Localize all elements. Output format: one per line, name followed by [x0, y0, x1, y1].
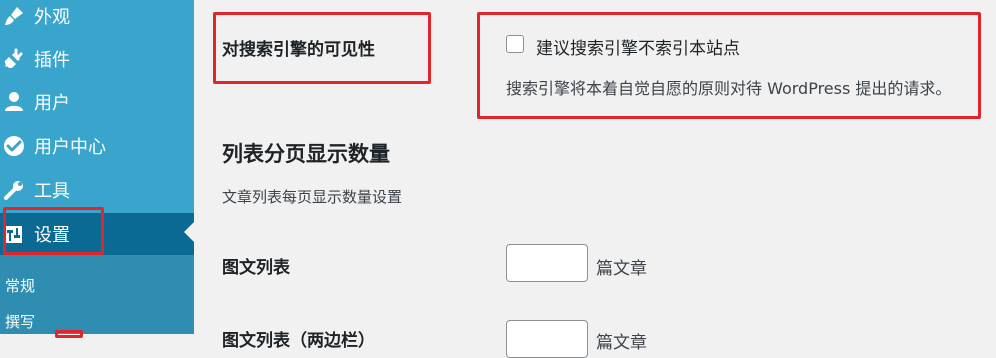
menu-item-user-center[interactable]: 用户中心 [0, 125, 194, 167]
field-suffix: 篇文章 [596, 259, 647, 279]
menu-item-users[interactable]: 用户 [0, 81, 194, 123]
annotation-box-submenu [55, 330, 83, 338]
admin-sidebar: 外观 插件 用户 用户中心 工具 设置 常规 撰写 [0, 0, 194, 334]
user-icon [5, 92, 23, 111]
plugin-icon [4, 48, 23, 69]
submenu-item-writing[interactable]: 撰写 [5, 311, 35, 332]
image-text-list-two-sidebars-count-input[interactable] [506, 320, 588, 358]
search-visibility-label: 对搜索引擎的可见性 [222, 40, 375, 60]
active-indicator-arrow [184, 222, 194, 242]
annotation-box-visibility-option [477, 12, 981, 119]
pagination-section-title: 列表分页显示数量 [222, 142, 390, 166]
check-badge-icon [4, 136, 24, 156]
submenu-item-general[interactable]: 常规 [5, 275, 35, 296]
discourage-indexing-checkbox[interactable] [506, 35, 524, 53]
field-label-image-text-list: 图文列表 [222, 258, 290, 278]
settings-submenu: 常规 撰写 [0, 255, 194, 334]
image-text-list-count-input[interactable] [506, 244, 588, 282]
menu-item-plugins[interactable]: 插件 [0, 38, 194, 80]
annotation-box-settings [3, 207, 104, 255]
wrench-icon [4, 181, 23, 200]
menu-item-appearance[interactable]: 外观 [0, 0, 194, 37]
discourage-indexing-label[interactable]: 建议搜索引擎不索引本站点 [536, 34, 740, 59]
menu-item-label: 工具 [34, 181, 70, 202]
menu-item-label: 插件 [34, 50, 70, 71]
menu-item-label: 用户 [34, 93, 70, 114]
menu-item-tools[interactable]: 工具 [0, 169, 194, 211]
paintbrush-icon [5, 7, 23, 25]
menu-item-label: 外观 [34, 7, 70, 28]
menu-item-label: 用户中心 [34, 137, 106, 158]
field-suffix: 篇文章 [596, 333, 647, 353]
visibility-description: 搜索引擎将本着自觉自愿的原则对待 WordPress 提出的请求。 [506, 79, 952, 98]
field-label-image-text-list-two-sidebars: 图文列表（两边栏） [222, 331, 375, 351]
pagination-section-description: 文章列表每页显示数量设置 [222, 188, 403, 206]
